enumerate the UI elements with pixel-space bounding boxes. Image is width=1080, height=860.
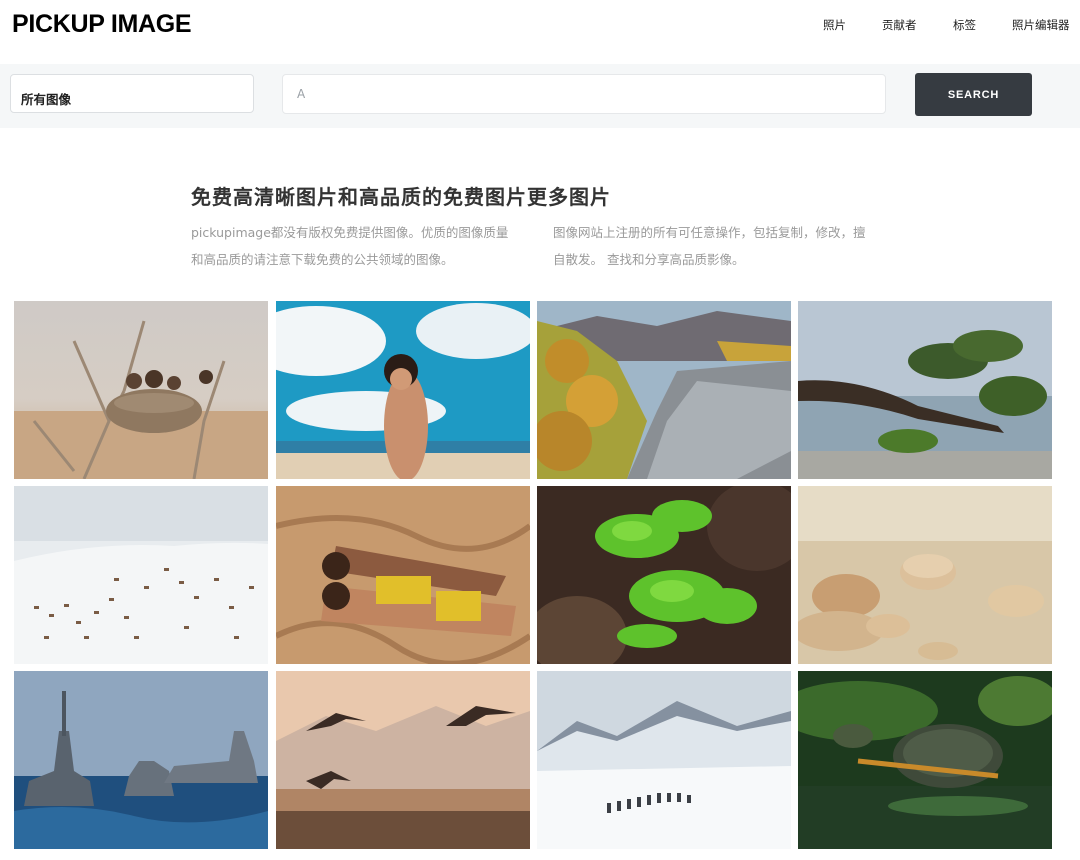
- category-select[interactable]: 所有图像: [10, 74, 254, 113]
- nav-contributors[interactable]: 贡献者: [882, 17, 917, 33]
- search-input[interactable]: [282, 74, 886, 114]
- sand-women-image[interactable]: [276, 486, 530, 664]
- beach-woman-image[interactable]: [276, 301, 530, 479]
- birds-flying-image[interactable]: [276, 671, 530, 849]
- nav-tags[interactable]: 标签: [953, 17, 976, 33]
- snow-mountain-dogsled-image[interactable]: [537, 671, 791, 849]
- warships-image[interactable]: [14, 671, 268, 849]
- intro-right-line-1: 图像网站上注册的所有可任意操作，包括复制，修改，擅: [553, 225, 866, 240]
- lake-pine-tree-image[interactable]: [798, 301, 1052, 479]
- intro-left-line-1: pickupimage都没有版权免费提供图像。优质的图像质量: [191, 225, 509, 240]
- intro-text-left: pickupimage都没有版权免费提供图像。优质的图像质量 和高品质的请注意下…: [191, 219, 521, 273]
- search-bar: 所有图像 SEARCH: [0, 64, 1080, 128]
- page-title: 免费高清晰图片和高品质的免费图片更多图片: [191, 185, 611, 209]
- turtle-image[interactable]: [798, 671, 1052, 849]
- intro-right-line-2: 自散发。 查找和分享高品质影像。: [553, 252, 745, 267]
- site-header: PICKUP IMAGE 照片 贡献者 标签 照片编辑器: [0, 0, 1080, 64]
- nav-photos[interactable]: 照片: [823, 17, 846, 33]
- snowy-herd-image[interactable]: [14, 486, 268, 664]
- eagles-nest-image[interactable]: [14, 301, 268, 479]
- river-valley-image[interactable]: [537, 301, 791, 479]
- green-plant-image[interactable]: [537, 486, 791, 664]
- site-logo[interactable]: PICKUP IMAGE: [12, 10, 192, 39]
- beach-stones-image[interactable]: [798, 486, 1052, 664]
- nav-photo-editor[interactable]: 照片编辑器: [1012, 17, 1070, 33]
- intro-left-line-2: 和高品质的请注意下载免费的公共领域的图像。: [191, 252, 454, 267]
- intro-text-right: 图像网站上注册的所有可任意操作，包括复制，修改，擅 自散发。 查找和分享高品质影…: [553, 219, 883, 273]
- search-button[interactable]: SEARCH: [915, 73, 1032, 116]
